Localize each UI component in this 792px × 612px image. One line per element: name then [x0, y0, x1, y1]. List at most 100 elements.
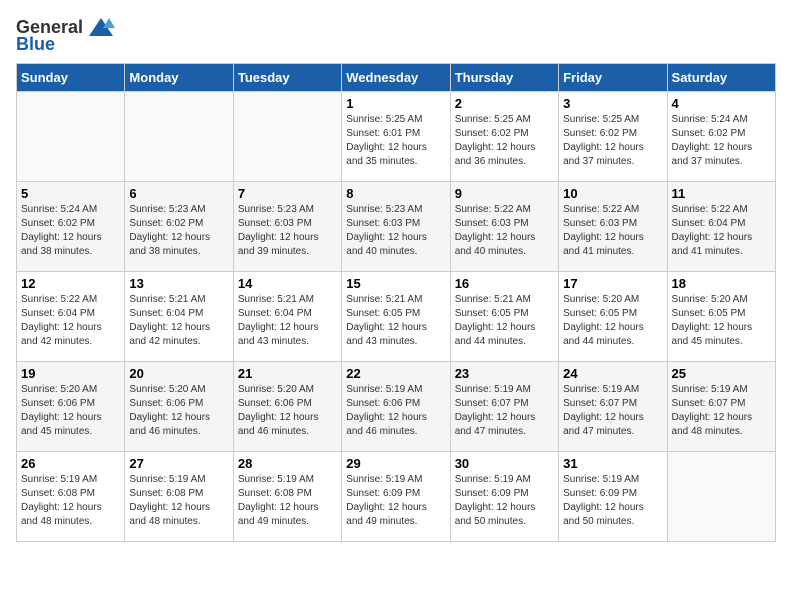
day-info: Sunrise: 5:20 AM Sunset: 6:06 PM Dayligh… — [238, 383, 337, 439]
day-info: Sunrise: 5:23 AM Sunset: 6:03 PM Dayligh… — [238, 203, 337, 259]
day-info: Sunrise: 5:22 AM Sunset: 6:03 PM Dayligh… — [455, 203, 554, 259]
calendar-cell: 27 Sunrise: 5:19 AM Sunset: 6:08 PM Dayli… — [125, 452, 233, 542]
weekday-wednesday: Wednesday — [342, 64, 450, 92]
day-number: 23 — [455, 366, 554, 381]
week-row-4: 19 Sunrise: 5:20 AM Sunset: 6:06 PM Dayli… — [17, 362, 776, 452]
calendar-cell: 1 Sunrise: 5:25 AM Sunset: 6:01 PM Daylig… — [342, 92, 450, 182]
calendar-cell: 14 Sunrise: 5:21 AM Sunset: 6:04 PM Dayli… — [233, 272, 341, 362]
day-info: Sunrise: 5:20 AM Sunset: 6:06 PM Dayligh… — [21, 383, 120, 439]
weekday-sunday: Sunday — [17, 64, 125, 92]
day-number: 14 — [238, 276, 337, 291]
day-info: Sunrise: 5:23 AM Sunset: 6:02 PM Dayligh… — [129, 203, 228, 259]
day-number: 29 — [346, 456, 445, 471]
day-info: Sunrise: 5:19 AM Sunset: 6:09 PM Dayligh… — [346, 473, 445, 529]
day-number: 10 — [563, 186, 662, 201]
day-number: 31 — [563, 456, 662, 471]
day-number: 7 — [238, 186, 337, 201]
day-number: 18 — [672, 276, 771, 291]
weekday-header-row: SundayMondayTuesdayWednesdayThursdayFrid… — [17, 64, 776, 92]
week-row-3: 12 Sunrise: 5:22 AM Sunset: 6:04 PM Dayli… — [17, 272, 776, 362]
calendar-cell: 9 Sunrise: 5:22 AM Sunset: 6:03 PM Daylig… — [450, 182, 558, 272]
day-number: 22 — [346, 366, 445, 381]
calendar-cell — [233, 92, 341, 182]
calendar-cell: 19 Sunrise: 5:20 AM Sunset: 6:06 PM Dayli… — [17, 362, 125, 452]
day-number: 20 — [129, 366, 228, 381]
calendar-cell: 18 Sunrise: 5:20 AM Sunset: 6:05 PM Dayli… — [667, 272, 775, 362]
day-info: Sunrise: 5:19 AM Sunset: 6:08 PM Dayligh… — [21, 473, 120, 529]
day-number: 30 — [455, 456, 554, 471]
day-info: Sunrise: 5:25 AM Sunset: 6:01 PM Dayligh… — [346, 113, 445, 169]
logo-blue-text: Blue — [16, 34, 55, 55]
calendar-cell: 21 Sunrise: 5:20 AM Sunset: 6:06 PM Dayli… — [233, 362, 341, 452]
day-number: 19 — [21, 366, 120, 381]
day-info: Sunrise: 5:21 AM Sunset: 6:05 PM Dayligh… — [455, 293, 554, 349]
day-number: 26 — [21, 456, 120, 471]
calendar-cell: 12 Sunrise: 5:22 AM Sunset: 6:04 PM Dayli… — [17, 272, 125, 362]
weekday-saturday: Saturday — [667, 64, 775, 92]
week-row-1: 1 Sunrise: 5:25 AM Sunset: 6:01 PM Daylig… — [17, 92, 776, 182]
day-number: 13 — [129, 276, 228, 291]
day-number: 9 — [455, 186, 554, 201]
day-info: Sunrise: 5:22 AM Sunset: 6:03 PM Dayligh… — [563, 203, 662, 259]
weekday-thursday: Thursday — [450, 64, 558, 92]
day-info: Sunrise: 5:20 AM Sunset: 6:05 PM Dayligh… — [563, 293, 662, 349]
calendar-cell: 28Sunrise: 5:19 AM Sunset: 6:08 PM Dayli… — [233, 452, 341, 542]
day-info: Sunrise: 5:23 AM Sunset: 6:03 PM Dayligh… — [346, 203, 445, 259]
calendar-cell — [125, 92, 233, 182]
calendar-cell: 17Sunrise: 5:20 AM Sunset: 6:05 PM Dayli… — [559, 272, 667, 362]
day-info: Sunrise: 5:19 AM Sunset: 6:06 PM Dayligh… — [346, 383, 445, 439]
calendar-cell: 11 Sunrise: 5:22 AM Sunset: 6:04 PM Dayli… — [667, 182, 775, 272]
calendar-cell: 26 Sunrise: 5:19 AM Sunset: 6:08 PM Dayli… — [17, 452, 125, 542]
weekday-tuesday: Tuesday — [233, 64, 341, 92]
day-info: Sunrise: 5:19 AM Sunset: 6:07 PM Dayligh… — [563, 383, 662, 439]
day-number: 6 — [129, 186, 228, 201]
day-number: 5 — [21, 186, 120, 201]
day-number: 12 — [21, 276, 120, 291]
calendar-cell: 3 Sunrise: 5:25 AM Sunset: 6:02 PM Daylig… — [559, 92, 667, 182]
day-number: 4 — [672, 96, 771, 111]
logo: General Blue — [16, 16, 115, 55]
day-number: 27 — [129, 456, 228, 471]
day-number: 1 — [346, 96, 445, 111]
day-number: 24 — [563, 366, 662, 381]
day-info: Sunrise: 5:21 AM Sunset: 6:04 PM Dayligh… — [238, 293, 337, 349]
day-info: Sunrise: 5:19 AM Sunset: 6:09 PM Dayligh… — [455, 473, 554, 529]
weekday-friday: Friday — [559, 64, 667, 92]
day-info: Sunrise: 5:19 AM Sunset: 6:07 PM Dayligh… — [672, 383, 771, 439]
calendar: SundayMondayTuesdayWednesdayThursdayFrid… — [16, 63, 776, 542]
calendar-cell: 13 Sunrise: 5:21 AM Sunset: 6:04 PM Dayli… — [125, 272, 233, 362]
day-info: Sunrise: 5:25 AM Sunset: 6:02 PM Dayligh… — [455, 113, 554, 169]
day-number: 16 — [455, 276, 554, 291]
calendar-cell: 4Sunrise: 5:24 AM Sunset: 6:02 PM Daylig… — [667, 92, 775, 182]
calendar-cell: 6 Sunrise: 5:23 AM Sunset: 6:02 PM Daylig… — [125, 182, 233, 272]
calendar-cell: 23Sunrise: 5:19 AM Sunset: 6:07 PM Dayli… — [450, 362, 558, 452]
logo-icon — [87, 16, 115, 38]
day-info: Sunrise: 5:20 AM Sunset: 6:06 PM Dayligh… — [129, 383, 228, 439]
day-number: 3 — [563, 96, 662, 111]
calendar-cell: 5 Sunrise: 5:24 AM Sunset: 6:02 PM Daylig… — [17, 182, 125, 272]
calendar-cell: 24 Sunrise: 5:19 AM Sunset: 6:07 PM Dayli… — [559, 362, 667, 452]
day-info: Sunrise: 5:20 AM Sunset: 6:05 PM Dayligh… — [672, 293, 771, 349]
calendar-cell: 31Sunrise: 5:19 AM Sunset: 6:09 PM Dayli… — [559, 452, 667, 542]
day-number: 2 — [455, 96, 554, 111]
day-info: Sunrise: 5:22 AM Sunset: 6:04 PM Dayligh… — [21, 293, 120, 349]
week-row-2: 5 Sunrise: 5:24 AM Sunset: 6:02 PM Daylig… — [17, 182, 776, 272]
calendar-cell: 25Sunrise: 5:19 AM Sunset: 6:07 PM Dayli… — [667, 362, 775, 452]
day-info: Sunrise: 5:21 AM Sunset: 6:04 PM Dayligh… — [129, 293, 228, 349]
day-info: Sunrise: 5:25 AM Sunset: 6:02 PM Dayligh… — [563, 113, 662, 169]
weekday-monday: Monday — [125, 64, 233, 92]
calendar-cell — [17, 92, 125, 182]
day-number: 11 — [672, 186, 771, 201]
day-number: 21 — [238, 366, 337, 381]
calendar-cell: 29 Sunrise: 5:19 AM Sunset: 6:09 PM Dayli… — [342, 452, 450, 542]
calendar-cell: 16 Sunrise: 5:21 AM Sunset: 6:05 PM Dayli… — [450, 272, 558, 362]
day-info: Sunrise: 5:19 AM Sunset: 6:08 PM Dayligh… — [129, 473, 228, 529]
calendar-cell: 10 Sunrise: 5:22 AM Sunset: 6:03 PM Dayli… — [559, 182, 667, 272]
calendar-cell — [667, 452, 775, 542]
day-info: Sunrise: 5:22 AM Sunset: 6:04 PM Dayligh… — [672, 203, 771, 259]
day-number: 8 — [346, 186, 445, 201]
calendar-cell: 15Sunrise: 5:21 AM Sunset: 6:05 PM Dayli… — [342, 272, 450, 362]
day-info: Sunrise: 5:24 AM Sunset: 6:02 PM Dayligh… — [21, 203, 120, 259]
calendar-cell: 22 Sunrise: 5:19 AM Sunset: 6:06 PM Dayli… — [342, 362, 450, 452]
day-number: 15 — [346, 276, 445, 291]
